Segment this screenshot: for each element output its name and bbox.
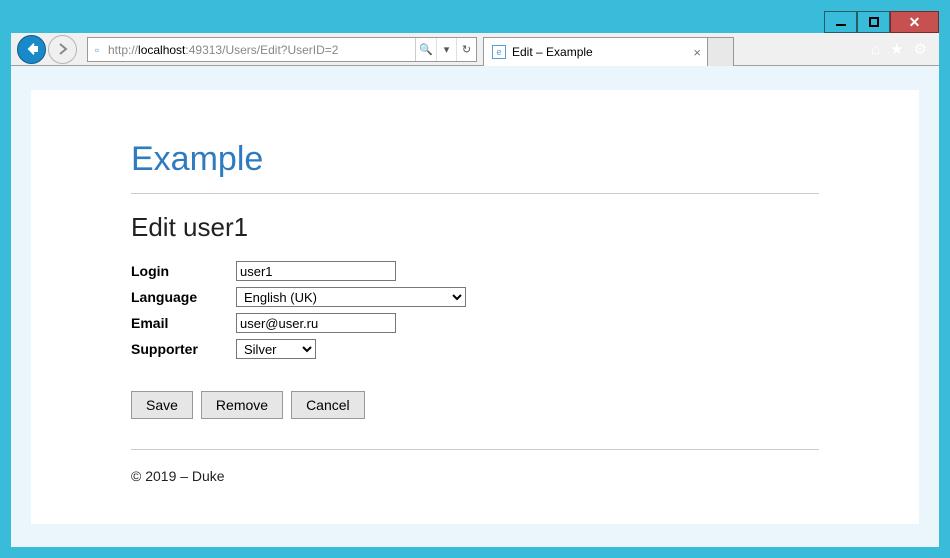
supporter-label: Supporter <box>131 341 236 357</box>
search-caret-icon[interactable]: ▾ <box>436 38 456 61</box>
window-maximize-button[interactable] <box>857 11 890 33</box>
minimize-icon <box>836 24 846 26</box>
language-select[interactable]: English (UK) <box>236 287 466 307</box>
url-scheme: http:// <box>108 43 138 57</box>
cancel-button[interactable]: Cancel <box>291 391 365 419</box>
browser-tab[interactable]: e Edit – Example × <box>483 37 708 66</box>
email-label: Email <box>131 315 236 331</box>
window-minimize-button[interactable] <box>824 11 857 33</box>
nav-forward-button[interactable] <box>48 35 77 64</box>
home-icon[interactable]: ⌂ <box>871 41 880 58</box>
login-label: Login <box>131 263 236 279</box>
maximize-icon <box>869 17 879 27</box>
supporter-select[interactable]: Silver <box>236 339 316 359</box>
tab-title: Edit – Example <box>512 45 593 59</box>
refresh-button[interactable]: ↻ <box>456 38 476 61</box>
browser-toolbar: ▫ http://localhost:49313/Users/Edit?User… <box>11 33 939 66</box>
new-tab-button[interactable] <box>708 37 734 66</box>
remove-button[interactable]: Remove <box>201 391 283 419</box>
favorites-icon[interactable]: ★ <box>890 40 903 58</box>
address-bar[interactable]: ▫ http://localhost:49313/Users/Edit?User… <box>87 37 477 62</box>
page-footer: © 2019 – Duke <box>131 468 819 484</box>
settings-gear-icon[interactable]: ⚙ <box>914 40 927 58</box>
page-heading: Edit user1 <box>131 212 819 243</box>
arrow-right-icon <box>57 43 69 55</box>
url-text: http://localhost:49313/Users/Edit?UserID… <box>106 43 415 57</box>
page-viewport: Example Edit user1 Login Language Englis… <box>11 66 939 547</box>
email-input[interactable] <box>236 313 396 333</box>
nav-back-button[interactable] <box>17 35 46 64</box>
url-host: localhost <box>138 43 185 57</box>
save-button[interactable]: Save <box>131 391 193 419</box>
tab-favicon-icon: e <box>492 45 506 59</box>
site-brand[interactable]: Example <box>131 140 819 194</box>
search-dropdown-icon[interactable]: 🔍 <box>416 38 436 61</box>
window-close-button[interactable]: ✕ <box>890 11 939 33</box>
page-favicon-icon: ▫ <box>88 43 106 57</box>
login-input[interactable] <box>236 261 396 281</box>
close-icon: ✕ <box>909 14 921 31</box>
tab-close-button[interactable]: × <box>693 45 701 60</box>
url-path: :49313/Users/Edit?UserID=2 <box>185 43 338 57</box>
language-label: Language <box>131 289 236 305</box>
arrow-left-icon <box>24 41 40 57</box>
